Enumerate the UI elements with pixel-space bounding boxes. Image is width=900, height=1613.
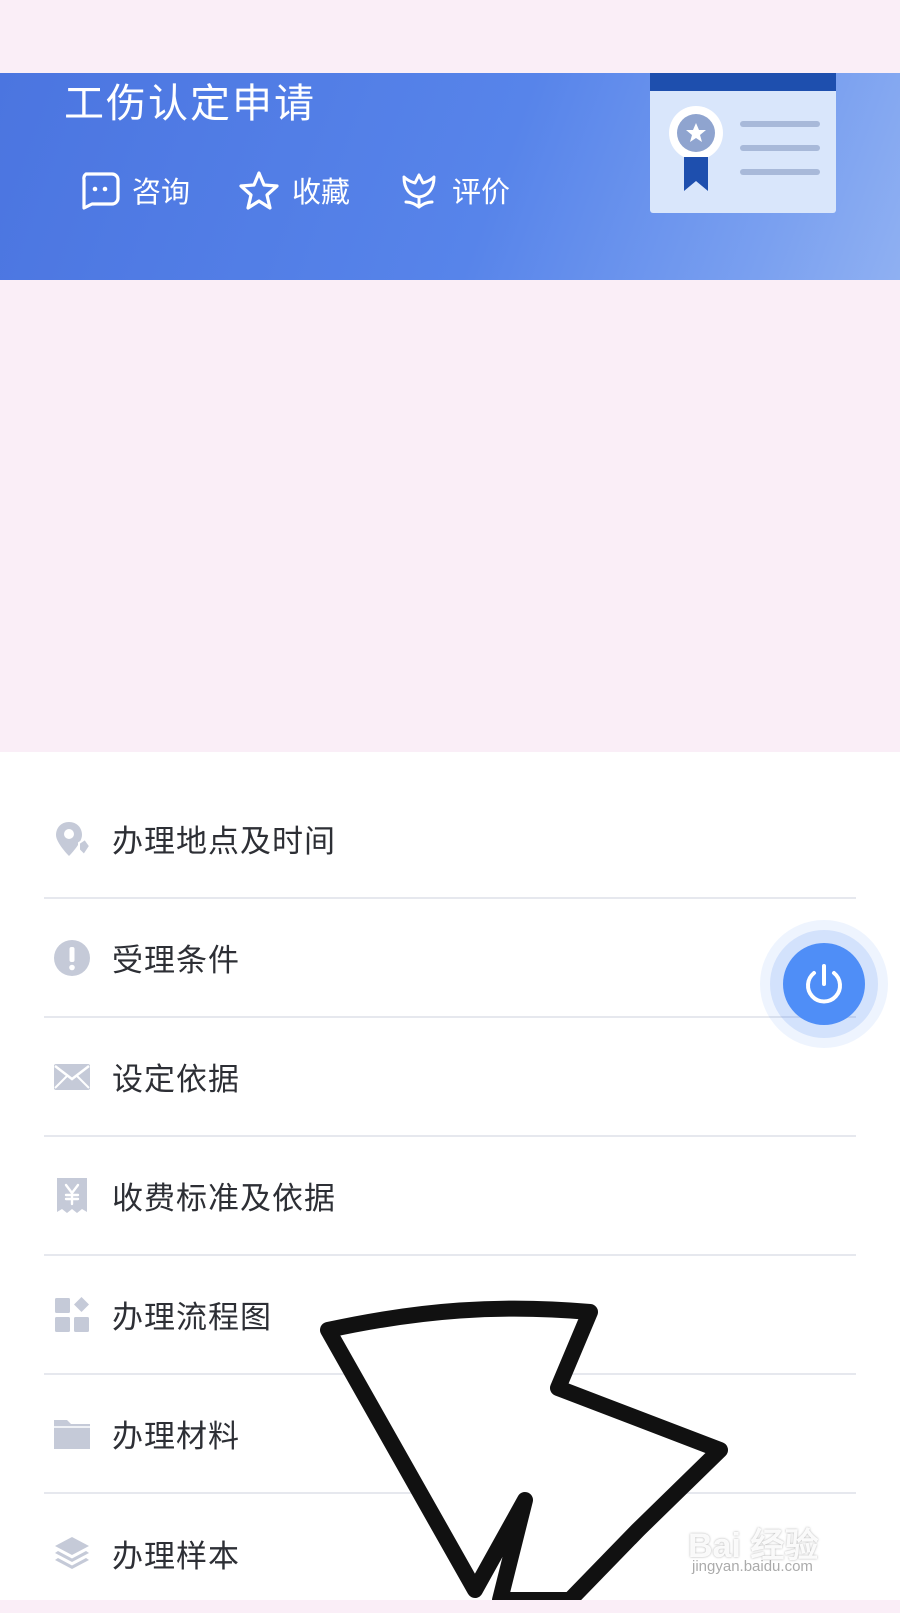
content-placeholder	[0, 280, 900, 752]
page-title: 工伤认定申请	[64, 81, 316, 127]
menu-item-label: 办理样本	[112, 1539, 240, 1575]
rate-label: 评价	[452, 175, 511, 209]
watermark: Bai 经验 jingyan.baidu.com	[688, 1518, 858, 1578]
service-menu-panel: 办理地点及时间 受理条件 设定依据 收费标准及依据 办理流程图 办理材料 办理样…	[0, 752, 900, 1600]
favorite-button[interactable]: 收藏	[238, 169, 350, 211]
menu-item-label: 设定依据	[112, 1062, 240, 1098]
menu-item-label: 办理地点及时间	[112, 824, 336, 860]
menu-item-conditions[interactable]: 受理条件	[44, 899, 856, 1018]
service-header: 工伤认定申请 咨询 收藏 评价	[0, 73, 900, 280]
layers-icon	[52, 1534, 92, 1574]
exclamation-icon	[52, 938, 92, 978]
flower-icon	[402, 173, 436, 209]
menu-item-location-time[interactable]: 办理地点及时间	[44, 780, 856, 899]
status-bar-area	[0, 0, 900, 73]
menu-item-fees[interactable]: 收费标准及依据	[44, 1137, 856, 1256]
menu-item-label: 收费标准及依据	[112, 1181, 336, 1217]
menu-item-materials[interactable]: 办理材料	[44, 1375, 856, 1494]
yuan-receipt-icon	[52, 1176, 92, 1216]
folder-icon	[52, 1414, 92, 1454]
watermark-url: jingyan.baidu.com	[692, 1558, 813, 1575]
consult-label: 咨询	[132, 175, 191, 209]
header-actions: 咨询 收藏 评价	[78, 169, 558, 211]
menu-item-label: 办理材料	[112, 1419, 240, 1455]
consult-button[interactable]: 咨询	[78, 169, 190, 211]
flowchart-grid-icon	[52, 1295, 92, 1335]
menu-item-flowchart[interactable]: 办理流程图	[44, 1256, 856, 1375]
star-icon	[239, 171, 279, 210]
service-menu-list: 办理地点及时间 受理条件 设定依据 收费标准及依据 办理流程图 办理材料 办理样…	[44, 780, 856, 1613]
chat-bubble-icon	[82, 172, 120, 210]
menu-item-label: 受理条件	[112, 943, 240, 979]
menu-item-legal-basis[interactable]: 设定依据	[44, 1018, 856, 1137]
floating-power-button[interactable]	[758, 918, 890, 1050]
favorite-label: 收藏	[292, 175, 351, 209]
menu-item-label: 办理流程图	[112, 1300, 272, 1336]
certificate-icon	[650, 73, 836, 213]
envelope-icon	[52, 1057, 92, 1097]
location-pin-icon	[52, 819, 92, 859]
rate-button[interactable]: 评价	[398, 169, 510, 211]
